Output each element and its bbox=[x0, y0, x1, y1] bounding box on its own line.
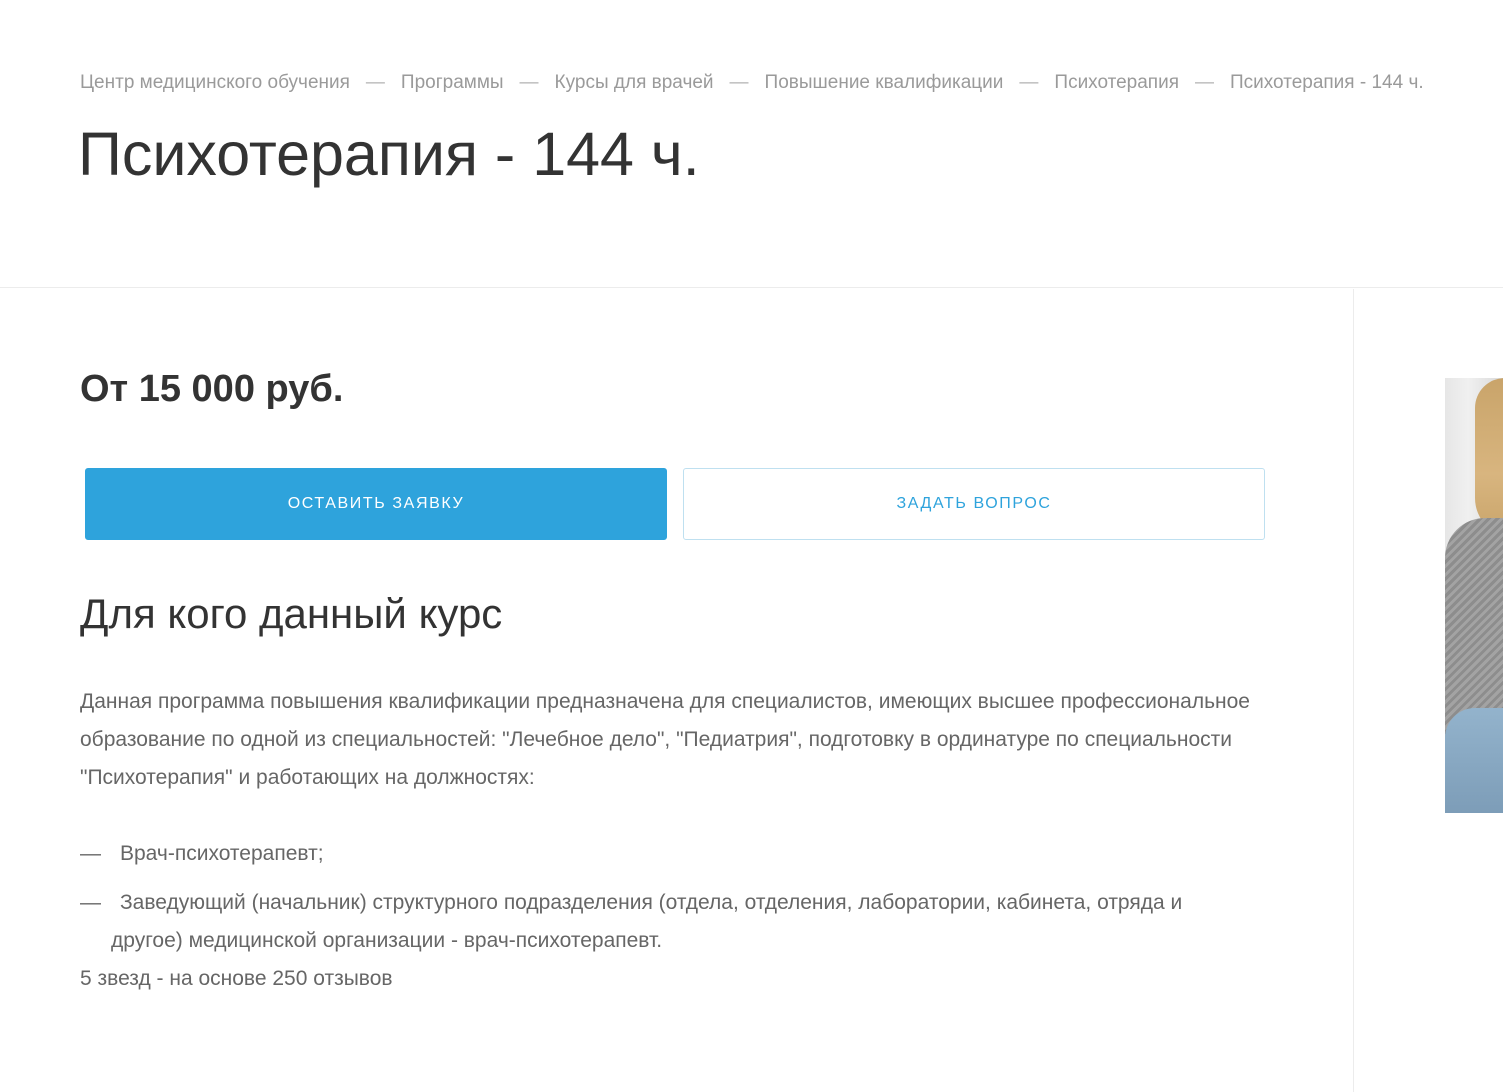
price: От 15 000 руб. bbox=[80, 368, 344, 410]
breadcrumb-item-programs[interactable]: Программы bbox=[401, 72, 504, 94]
photo-hair bbox=[1475, 378, 1503, 538]
ask-question-button[interactable]: ЗАДАТЬ ВОПРОС bbox=[683, 468, 1265, 540]
list-item: — Заведующий (начальник) структурного по… bbox=[80, 884, 1280, 960]
list-item: — Врач-психотерапевт; bbox=[80, 835, 1280, 873]
breadcrumb-separator: — bbox=[1019, 72, 1039, 93]
photo-jeans bbox=[1445, 708, 1503, 813]
person-photo bbox=[1445, 378, 1503, 813]
breadcrumb-item-qualification[interactable]: Повышение квалификации bbox=[765, 72, 1004, 94]
apply-button[interactable]: ОСТАВИТЬ ЗАЯВКУ bbox=[85, 468, 667, 540]
page-header: Центр медицинского обучения — Программы … bbox=[0, 0, 1503, 288]
breadcrumb-item-center[interactable]: Центр медицинского обучения bbox=[80, 72, 350, 94]
dash-marker: — bbox=[80, 842, 101, 865]
position-text-continued: другое) медицинской организации - врач-п… bbox=[111, 929, 663, 952]
position-text: Заведующий (начальник) структурного подр… bbox=[120, 891, 1183, 914]
breadcrumb-separator: — bbox=[365, 72, 385, 93]
breadcrumb-item-psychotherapy[interactable]: Психотерапия bbox=[1054, 72, 1179, 94]
audience-title: Для кого данный курс bbox=[80, 590, 503, 637]
sidebar-divider bbox=[1353, 289, 1354, 1092]
page-title: Психотерапия - 144 ч. bbox=[78, 120, 700, 188]
position-text: Врач-психотерапевт; bbox=[120, 842, 324, 865]
breadcrumb-separator: — bbox=[729, 72, 749, 93]
breadcrumb-item-doctor-courses[interactable]: Курсы для врачей bbox=[555, 72, 714, 94]
audience-description: Данная программа повышения квалификации … bbox=[80, 690, 1250, 789]
breadcrumb: Центр медицинского обучения — Программы … bbox=[80, 72, 1424, 94]
positions-list: — Врач-психотерапевт; — Заведующий (нача… bbox=[80, 835, 1280, 971]
breadcrumb-item-current: Психотерапия - 144 ч. bbox=[1230, 72, 1424, 93]
breadcrumb-separator: — bbox=[519, 72, 539, 93]
rating-summary: 5 звезд - на основе 250 отзывов bbox=[80, 967, 393, 990]
dash-marker: — bbox=[80, 891, 101, 914]
breadcrumb-separator: — bbox=[1195, 72, 1214, 93]
